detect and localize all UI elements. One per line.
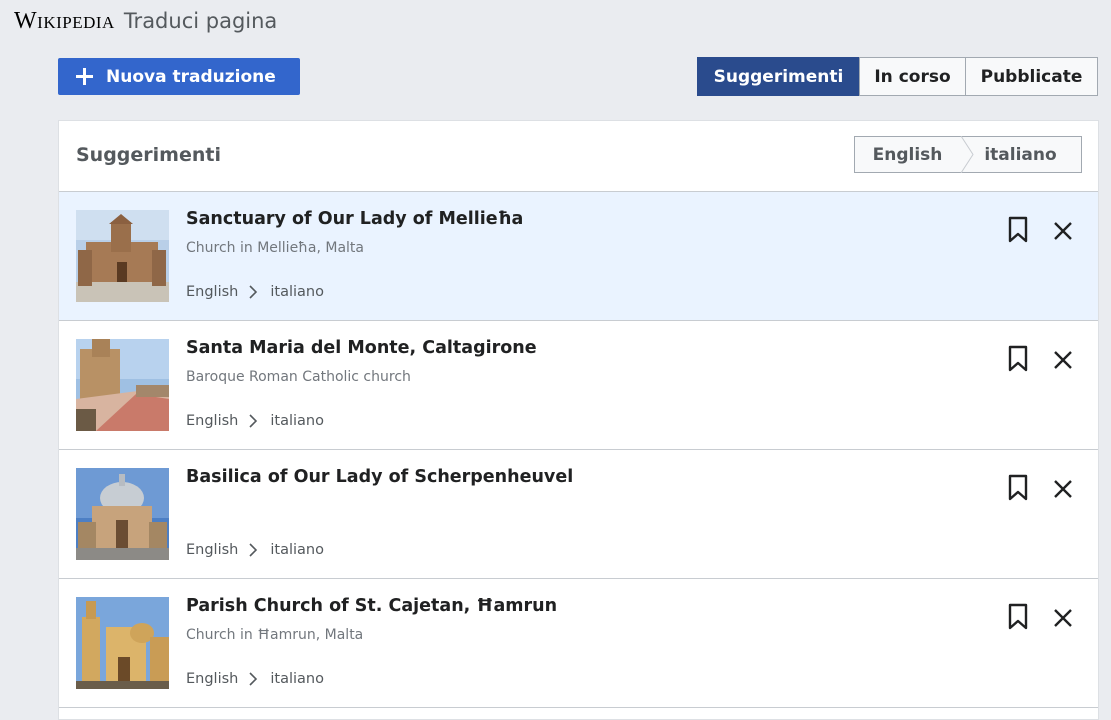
language-pair: English italiano: [186, 413, 324, 429]
language-pair: English italiano: [186, 284, 324, 300]
close-icon[interactable]: [1050, 605, 1076, 631]
article-description: Baroque Roman Catholic church: [186, 369, 411, 385]
article-description: Church in Ħamrun, Malta: [186, 627, 364, 643]
source-language: English: [186, 671, 239, 687]
language-pair: English italiano: [186, 671, 324, 687]
close-icon[interactable]: [1050, 476, 1076, 502]
target-language: italiano: [270, 284, 324, 300]
dashboard-filter-tabs: Suggerimenti In corso Pubblicate: [697, 57, 1098, 96]
close-icon[interactable]: [1050, 218, 1076, 244]
article-thumbnail: [76, 597, 169, 689]
source-language: English: [186, 542, 239, 558]
article-title[interactable]: Sanctuary of Our Lady of Mellieħa: [186, 209, 523, 229]
article-thumbnail: [76, 468, 169, 560]
bookmark-icon[interactable]: [1006, 603, 1030, 631]
app-header: Wikipedia Traduci pagina: [14, 8, 277, 42]
tab-published[interactable]: Pubblicate: [965, 57, 1098, 96]
arrow-divider-icon: [960, 136, 974, 173]
article-description: Church in Mellieħa, Malta: [186, 240, 365, 256]
chevron-right-icon: [249, 672, 258, 686]
chevron-right-icon: [249, 414, 258, 428]
source-language: English: [186, 284, 239, 300]
tab-in-progress[interactable]: In corso: [859, 57, 966, 96]
plus-icon: [76, 68, 93, 85]
source-language[interactable]: English: [855, 145, 960, 165]
article-thumbnail: [76, 339, 169, 431]
article-title[interactable]: Basilica of Our Lady of Scherpenheuvel: [186, 467, 573, 487]
suggestions-panel: Suggerimenti English italiano Sanctuary …: [58, 120, 1099, 720]
page-title: Traduci pagina: [123, 9, 278, 33]
tab-suggestions[interactable]: Suggerimenti: [697, 57, 860, 96]
target-language: italiano: [270, 413, 324, 429]
bookmark-icon[interactable]: [1006, 216, 1030, 244]
source-language: English: [186, 413, 239, 429]
target-language: italiano: [270, 671, 324, 687]
target-language[interactable]: italiano: [960, 145, 1081, 165]
language-pair-selector[interactable]: English italiano: [854, 136, 1082, 173]
suggestion-item[interactable]: Basilica of Our Lady of Scherpenheuvel E…: [59, 450, 1098, 579]
article-title[interactable]: Parish Church of St. Cajetan, Ħamrun: [186, 596, 557, 616]
chevron-right-icon: [249, 543, 258, 557]
language-pair: English italiano: [186, 542, 324, 558]
suggestion-item[interactable]: Santa Maria del Monte, Caltagirone Baroq…: [59, 321, 1098, 450]
bookmark-icon[interactable]: [1006, 345, 1030, 373]
article-thumbnail: [76, 210, 169, 302]
new-translation-label: Nuova traduzione: [106, 66, 276, 87]
suggestion-item[interactable]: Sanctuary of Our Lady of Mellieħa Church…: [59, 192, 1098, 321]
panel-header: Suggerimenti English italiano: [59, 121, 1098, 192]
article-title[interactable]: Santa Maria del Monte, Caltagirone: [186, 338, 537, 358]
close-icon[interactable]: [1050, 347, 1076, 373]
chevron-right-icon: [249, 285, 258, 299]
bookmark-icon[interactable]: [1006, 474, 1030, 502]
wikipedia-wordmark[interactable]: Wikipedia: [14, 8, 115, 35]
new-translation-button[interactable]: Nuova traduzione: [58, 58, 300, 95]
suggestion-item[interactable]: Parish Church of St. Cajetan, Ħamrun Chu…: [59, 579, 1098, 708]
panel-title: Suggerimenti: [76, 144, 221, 166]
target-language: italiano: [270, 542, 324, 558]
